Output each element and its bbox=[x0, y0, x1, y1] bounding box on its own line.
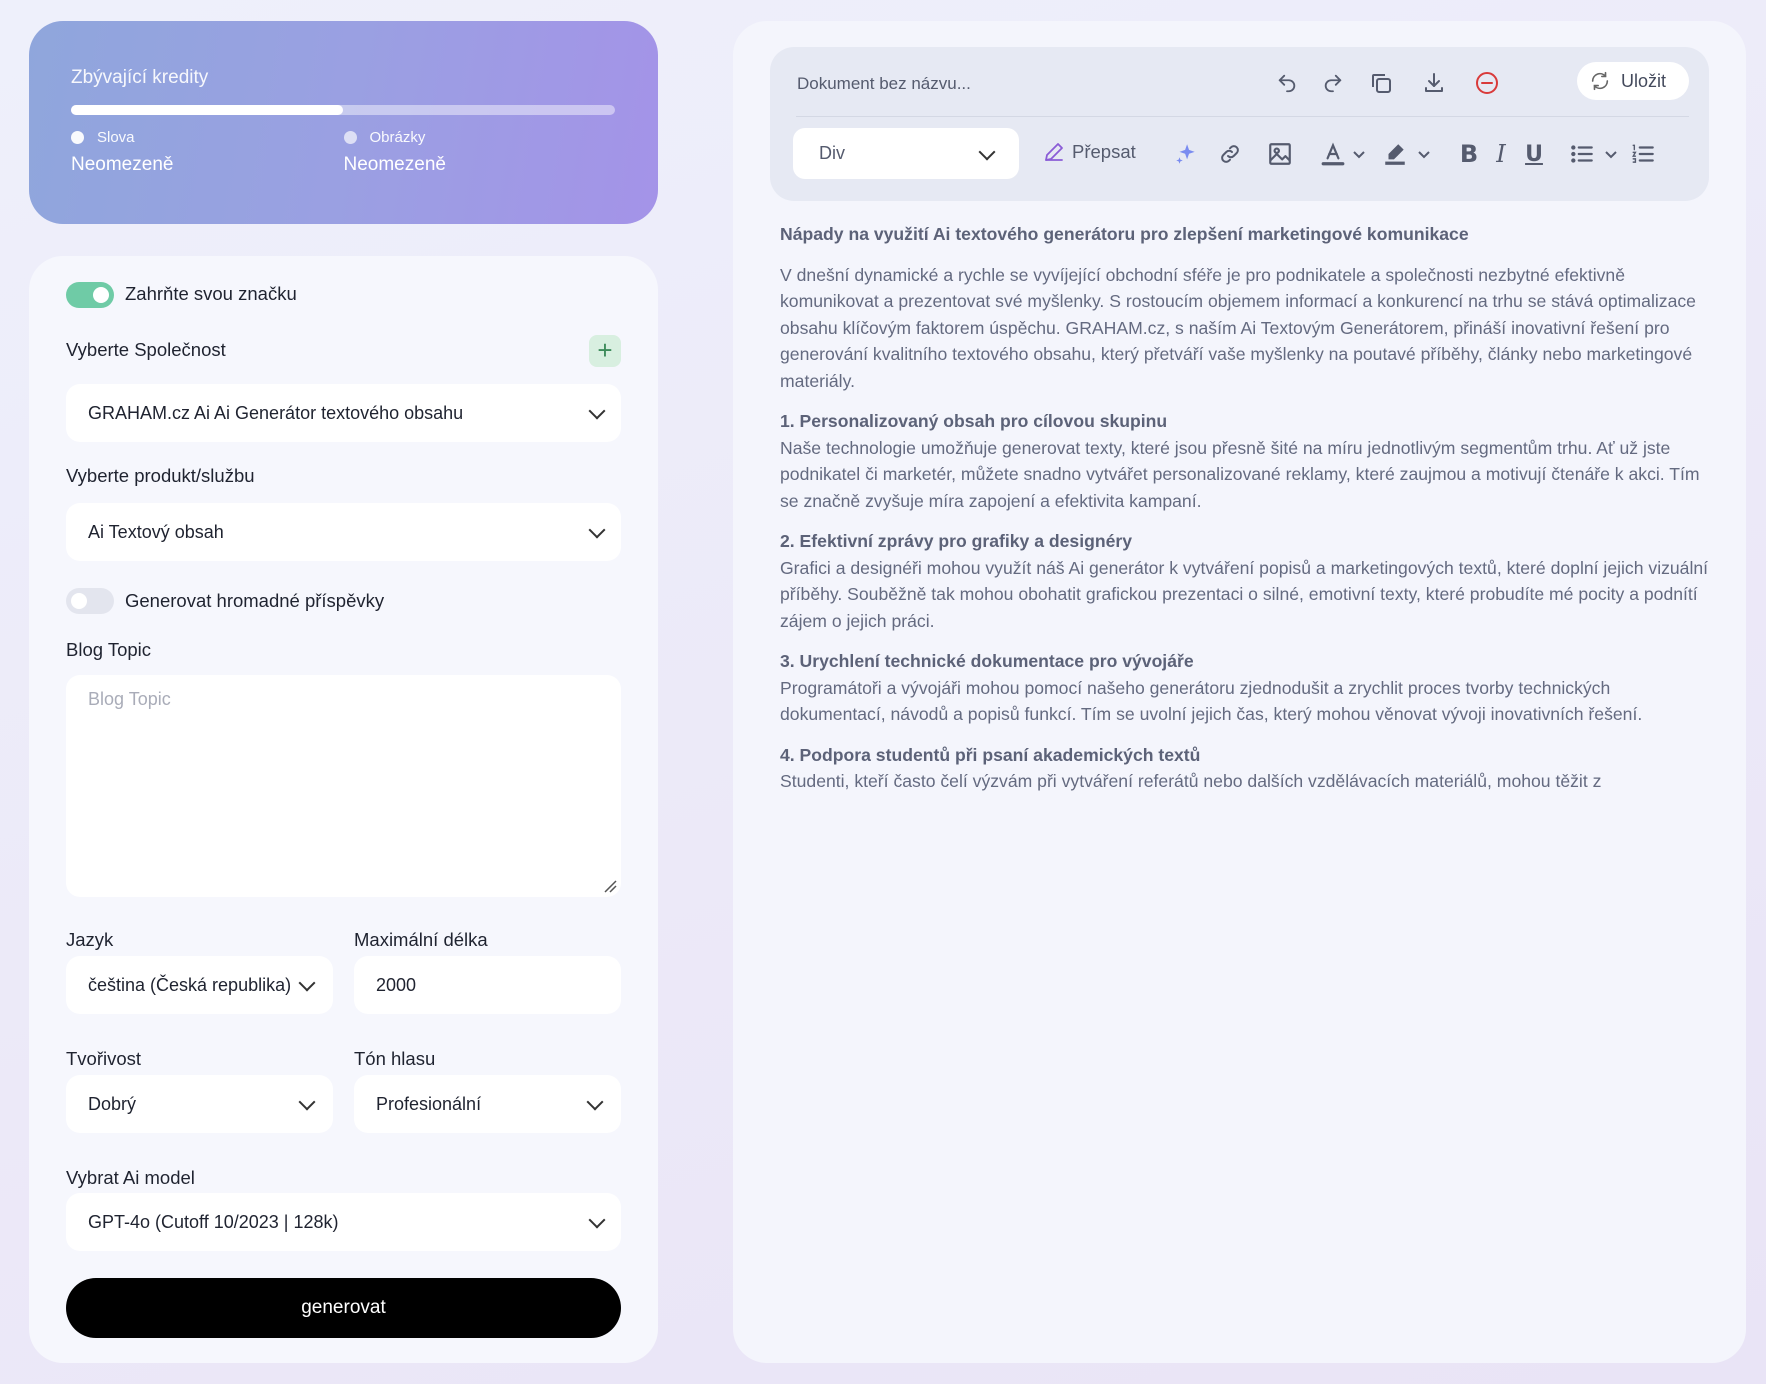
document-section: 2. Efektivní zprávy pro grafiky a design… bbox=[780, 528, 1710, 634]
toggle-knob bbox=[93, 287, 109, 303]
rewrite-button[interactable]: Přepsat bbox=[1042, 140, 1136, 164]
bullet-list-icon[interactable] bbox=[1569, 141, 1595, 167]
add-company-button[interactable]: + bbox=[589, 335, 621, 367]
refresh-icon bbox=[1591, 71, 1609, 91]
section-body: Grafici a designéři mohou využít náš Ai … bbox=[780, 557, 1709, 631]
section-title: 3. Urychlení technické dokumentace pro v… bbox=[780, 651, 1194, 671]
language-select[interactable]: čeština (Česká republika) bbox=[66, 956, 333, 1014]
maxlen-input[interactable]: 2000 bbox=[354, 956, 621, 1014]
save-label: Uložit bbox=[1621, 70, 1667, 91]
topic-label: Blog Topic bbox=[66, 639, 152, 660]
chevron-down-icon bbox=[978, 143, 996, 160]
bold-icon[interactable]: B bbox=[1456, 140, 1482, 168]
words-value: Neomezeně bbox=[71, 154, 174, 175]
creativity-label: Tvořivost bbox=[66, 1048, 142, 1069]
credits-words: Slova Neomezeně bbox=[71, 129, 344, 176]
maxlen-value: 2000 bbox=[376, 974, 417, 995]
block-type-value: Div bbox=[819, 143, 845, 163]
creativity-value: Dobrý bbox=[88, 1093, 137, 1114]
toolbar-divider bbox=[796, 116, 1689, 117]
company-value: GRAHAM.cz Ai Ai Generátor textového obsa… bbox=[88, 402, 464, 423]
document-section: 1. Personalizovaný obsah pro cílovou sku… bbox=[780, 408, 1710, 514]
document-intro: V dnešní dynamické a rychle se vyvíjejíc… bbox=[780, 264, 1696, 391]
section-body: Naše technologie umožňuje generovat text… bbox=[780, 437, 1700, 511]
save-button[interactable]: Uložit bbox=[1577, 62, 1689, 100]
document-heading: Nápady na využití Ai textového generátor… bbox=[780, 224, 1469, 244]
chevron-down-icon bbox=[586, 1093, 604, 1111]
copy-icon[interactable] bbox=[1368, 70, 1394, 96]
block-type-select[interactable]: Div bbox=[793, 128, 1019, 179]
toggle-knob bbox=[71, 593, 87, 609]
credits-progress-bar bbox=[71, 105, 615, 115]
words-dot-icon bbox=[71, 131, 84, 144]
credits-card: Zbývající kredity Slova Neomezeně Obrázk… bbox=[29, 21, 658, 224]
topic-textarea[interactable]: Blog Topic bbox=[66, 675, 621, 897]
highlight-icon[interactable] bbox=[1382, 141, 1408, 167]
document-section: 3. Urychlení technické dokumentace pro v… bbox=[780, 648, 1710, 728]
delete-icon[interactable] bbox=[1474, 70, 1500, 96]
numbered-list-icon[interactable] bbox=[1630, 141, 1656, 167]
download-icon[interactable] bbox=[1421, 70, 1447, 96]
tone-label: Tón hlasu bbox=[354, 1048, 436, 1069]
chevron-down-icon bbox=[588, 1211, 606, 1229]
chevron-down-icon[interactable] bbox=[1598, 141, 1624, 167]
document-name-input[interactable]: Dokument bez názvu... bbox=[797, 74, 971, 94]
undo-icon[interactable] bbox=[1274, 70, 1300, 96]
resize-handle-icon[interactable] bbox=[603, 879, 617, 893]
credits-progress-fill bbox=[71, 105, 343, 115]
pencil-icon bbox=[1045, 143, 1063, 161]
chevron-down-icon bbox=[588, 521, 606, 539]
chevron-down-icon[interactable] bbox=[1346, 141, 1372, 167]
company-select[interactable]: GRAHAM.cz Ai Ai Generátor textového obsa… bbox=[66, 384, 621, 442]
redo-icon[interactable] bbox=[1320, 70, 1346, 96]
underline-icon[interactable]: U bbox=[1521, 141, 1547, 167]
topic-placeholder: Blog Topic bbox=[88, 689, 171, 709]
editor-toolbar: Dokument bez názvu... Uložit Div Přepsat bbox=[770, 47, 1709, 201]
section-title: 1. Personalizovaný obsah pro cílovou sku… bbox=[780, 411, 1168, 431]
model-select[interactable]: GPT-4o (Cutoff 10/2023 | 128k) bbox=[66, 1193, 621, 1251]
model-value: GPT-4o (Cutoff 10/2023 | 128k) bbox=[88, 1211, 339, 1232]
tone-select[interactable]: Profesionální bbox=[354, 1075, 621, 1133]
chevron-down-icon bbox=[298, 974, 316, 992]
document-section: 4. Podpora studentů při psaní akademický… bbox=[780, 742, 1710, 795]
words-label: Slova bbox=[97, 129, 135, 146]
sparkle-ai-icon[interactable] bbox=[1173, 141, 1199, 167]
italic-icon[interactable]: I bbox=[1488, 140, 1514, 168]
section-body: Programátoři a vývojáři mohou pomocí naš… bbox=[780, 677, 1643, 725]
section-title: 4. Podpora studentů při psaní akademický… bbox=[780, 744, 1201, 765]
company-label: Vyberte Společnost bbox=[66, 339, 226, 360]
plus-icon: + bbox=[597, 335, 613, 365]
maxlen-label: Maximální délka bbox=[354, 929, 488, 950]
chevron-down-icon bbox=[588, 402, 606, 420]
creativity-select[interactable]: Dobrý bbox=[66, 1075, 333, 1133]
generator-form: Zahrňte svou značku Vyberte Společnost +… bbox=[29, 256, 658, 1363]
bulk-posts-label: Generovat hromadné příspěvky bbox=[125, 590, 385, 611]
product-select[interactable]: Ai Textový obsah bbox=[66, 503, 621, 561]
brand-toggle[interactable] bbox=[66, 282, 114, 308]
images-value: Neomezeně bbox=[343, 154, 446, 175]
images-label: Obrázky bbox=[369, 129, 426, 146]
link-icon[interactable] bbox=[1217, 141, 1243, 167]
document-content[interactable]: Nápady na využití Ai textového generátor… bbox=[780, 221, 1710, 861]
language-label: Jazyk bbox=[66, 929, 114, 950]
image-icon[interactable] bbox=[1267, 141, 1293, 167]
model-label: Vybrat Ai model bbox=[66, 1167, 195, 1188]
language-value: čeština (Česká republika) bbox=[88, 974, 292, 995]
credits-title: Zbývající kredity bbox=[71, 67, 209, 88]
text-color-icon[interactable] bbox=[1320, 141, 1346, 167]
chevron-down-icon[interactable] bbox=[1411, 141, 1437, 167]
editor-panel: Dokument bez názvu... Uložit Div Přepsat bbox=[733, 21, 1746, 1363]
brand-toggle-label: Zahrňte svou značku bbox=[125, 283, 297, 304]
tone-value: Profesionální bbox=[376, 1093, 482, 1114]
section-title: 2. Efektivní zprávy pro grafiky a design… bbox=[780, 531, 1133, 551]
bulk-posts-toggle[interactable] bbox=[66, 588, 114, 614]
chevron-down-icon bbox=[298, 1093, 316, 1111]
images-dot-icon bbox=[343, 131, 357, 144]
section-body: Studenti, kteří často čelí výzvám při vy… bbox=[780, 771, 1602, 791]
product-label: Vyberte produkt/službu bbox=[66, 465, 255, 486]
product-value: Ai Textový obsah bbox=[88, 521, 224, 542]
credits-images: Obrázky Neomezeně bbox=[343, 129, 617, 176]
rewrite-label: Přepsat bbox=[1072, 141, 1136, 162]
generate-button[interactable]: generovat bbox=[66, 1278, 621, 1338]
